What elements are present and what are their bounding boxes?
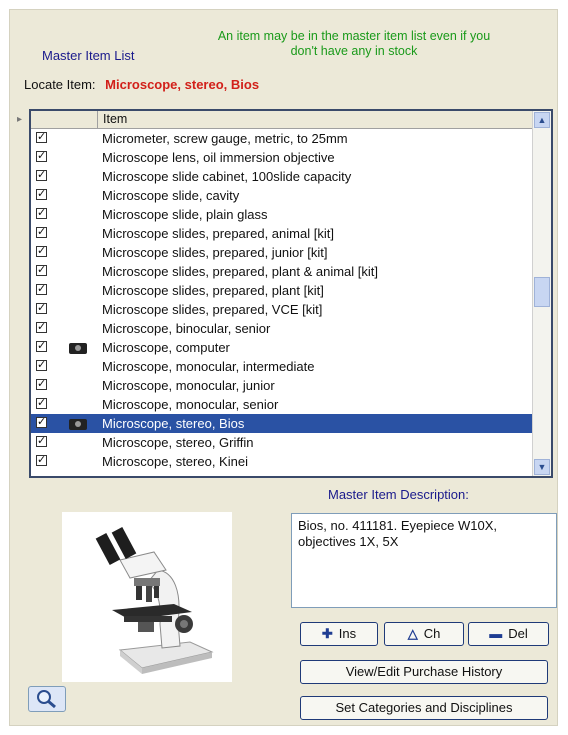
row-checkbox[interactable]: ✓ (36, 379, 47, 390)
vertical-scrollbar[interactable]: ▲ ▼ (532, 111, 551, 476)
row-checkbox[interactable]: ✓ (36, 208, 47, 219)
change-button[interactable]: △ Ch (384, 622, 464, 646)
table-row[interactable]: ✓ Microscope slide, cavity (31, 186, 533, 205)
camera-icon (69, 419, 87, 430)
table-row[interactable]: ✓ Microscope slides, prepared, VCE [kit] (31, 300, 533, 319)
row-checkbox[interactable]: ✓ (36, 436, 47, 447)
row-item-name: Microscope slide, cavity (102, 188, 240, 203)
table-row[interactable]: ✓ Microscope, monocular, junior (31, 376, 533, 395)
insert-label: Ins (338, 626, 357, 641)
row-item-name: Microscope slides, prepared, plant & ani… (102, 264, 379, 279)
row-checkbox[interactable]: ✓ (36, 455, 47, 466)
row-checkbox[interactable]: ✓ (36, 151, 47, 162)
triangle-icon: △ (407, 626, 418, 641)
magnifier-icon (37, 690, 56, 709)
camera-icon (69, 343, 87, 354)
plus-icon: ✚ (321, 626, 333, 641)
master-item-list-title: Master Item List (42, 48, 135, 63)
delete-button[interactable]: ▬ Del (468, 622, 549, 646)
row-item-name: Microscope, stereo, Bios (102, 416, 245, 431)
row-checkbox[interactable]: ✓ (36, 398, 47, 409)
zoom-button[interactable] (28, 686, 66, 712)
description-label: Master Item Description: (328, 487, 469, 502)
row-item-name: Microscope slide cabinet, 100slide capac… (102, 169, 352, 184)
row-item-name: Microscope, monocular, senior (102, 397, 279, 412)
row-checkbox[interactable]: ✓ (36, 303, 47, 314)
scroll-down-icon[interactable]: ▼ (534, 459, 550, 475)
row-item-name: Microscope, binocular, senior (102, 321, 271, 336)
row-checkbox[interactable]: ✓ (36, 360, 47, 371)
row-checkbox[interactable]: ✓ (36, 284, 47, 295)
row-pointer-icon: ▸ (17, 114, 23, 125)
row-checkbox[interactable]: ✓ (36, 170, 47, 181)
change-label: Ch (423, 626, 441, 641)
stock-notice: An item may be in the master item list e… (217, 29, 491, 58)
set-categories-button[interactable]: Set Categories and Disciplines (300, 696, 548, 720)
row-item-name: Microscope, monocular, junior (102, 378, 275, 393)
row-item-name: Microscope slide, plain glass (102, 207, 268, 222)
microscope-image (62, 512, 232, 682)
table-row[interactable]: ✓ Microscope slides, prepared, junior [ki… (31, 243, 533, 262)
row-checkbox[interactable]: ✓ (36, 189, 47, 200)
table-row[interactable]: ✓ Microscope, stereo, Kinei (31, 452, 533, 471)
row-item-name: Microscope, stereo, Griffin (102, 435, 254, 450)
row-checkbox[interactable]: ✓ (36, 341, 47, 352)
scroll-thumb[interactable] (534, 277, 550, 307)
table-row[interactable]: ✓ Microscope, stereo, Griffin (31, 433, 533, 452)
row-checkbox[interactable]: ✓ (36, 227, 47, 238)
table-row[interactable]: ✓ Microscope, monocular, intermediate (31, 357, 533, 376)
table-row[interactable]: ✓ Microscope, monocular, senior (31, 395, 533, 414)
row-checkbox[interactable]: ✓ (36, 132, 47, 143)
row-item-name: Microscope, monocular, intermediate (102, 359, 315, 374)
table-row[interactable]: ✓ Microscope slides, prepared, animal [ki… (31, 224, 533, 243)
row-item-name: Micrometer, screw gauge, metric, to 25mm (102, 131, 348, 146)
row-item-name: Microscope slides, prepared, animal [kit… (102, 226, 334, 241)
locate-item-value: Microscope, stereo, Bios (105, 77, 260, 92)
table-row[interactable]: ✓ Micrometer, screw gauge, metric, to 25m… (31, 129, 533, 148)
row-item-name: Microscope, stereo, Kinei (102, 454, 248, 469)
purchase-history-button[interactable]: View/Edit Purchase History (300, 660, 548, 684)
row-checkbox[interactable]: ✓ (36, 246, 47, 257)
row-item-name: Microscope slides, prepared, plant [kit] (102, 283, 324, 298)
column-header-item[interactable]: Item (97, 111, 533, 128)
locate-item: Locate Item: Microscope, stereo, Bios (24, 77, 259, 92)
row-checkbox[interactable]: ✓ (36, 322, 47, 333)
item-grid[interactable]: Item ✓ Micrometer, screw gauge, metric, t… (29, 109, 553, 478)
table-row[interactable]: ✓ Microscope slides, prepared, plant [kit… (31, 281, 533, 300)
row-item-name: Microscope lens, oil immersion objective (102, 150, 335, 165)
table-row[interactable]: ✓ Microscope slide, plain glass (31, 205, 533, 224)
row-checkbox[interactable]: ✓ (36, 265, 47, 276)
table-row[interactable]: ✓ Microscope slides, prepared, plant & an… (31, 262, 533, 281)
table-row[interactable]: ✓ Microscope lens, oil immersion objectiv… (31, 148, 533, 167)
scroll-up-icon[interactable]: ▲ (534, 112, 550, 128)
row-item-name: Microscope, computer (102, 340, 230, 355)
grid-header: Item (31, 111, 533, 129)
row-item-name: Microscope slides, prepared, junior [kit… (102, 245, 328, 260)
locate-item-label: Locate Item: (24, 77, 96, 92)
minus-icon: ▬ (489, 626, 503, 641)
grid-rows: ✓ Micrometer, screw gauge, metric, to 25m… (31, 129, 533, 471)
table-row[interactable]: ✓ Microscope slide cabinet, 100slide capa… (31, 167, 533, 186)
table-row[interactable]: ✓ Microscope, stereo, Bios (31, 414, 533, 433)
description-textbox[interactable]: Bios, no. 411181. Eyepiece W10X, objecti… (291, 513, 557, 608)
delete-label: Del (508, 626, 528, 641)
insert-button[interactable]: ✚ Ins (300, 622, 378, 646)
row-checkbox[interactable]: ✓ (36, 417, 47, 428)
table-row[interactable]: ✓ Microscope, computer (31, 338, 533, 357)
row-item-name: Microscope slides, prepared, VCE [kit] (102, 302, 323, 317)
table-row[interactable]: ✓ Microscope, binocular, senior (31, 319, 533, 338)
